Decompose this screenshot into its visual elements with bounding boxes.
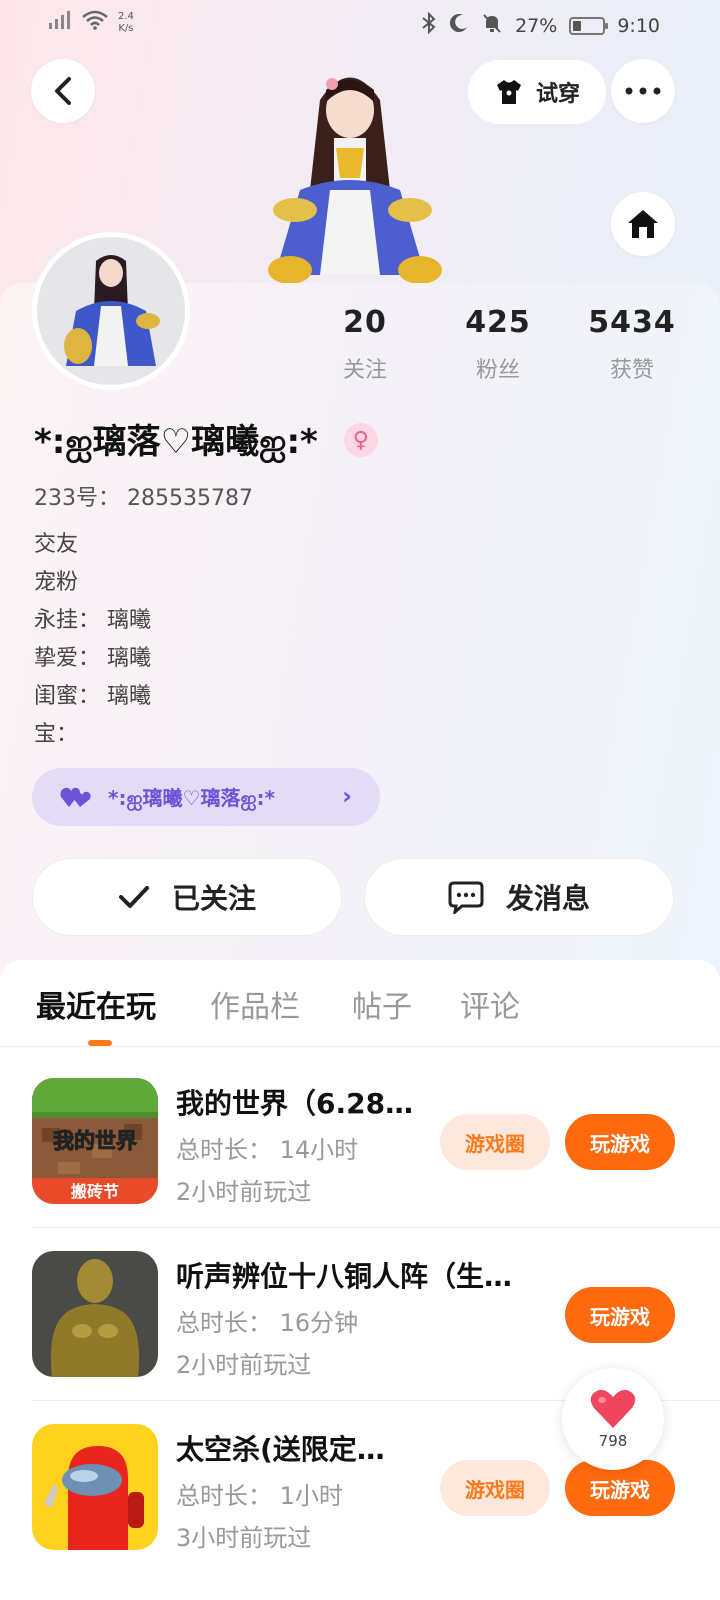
- likes-count: 5434: [588, 305, 676, 340]
- chevron-left-icon: [55, 77, 71, 105]
- game-icon-text: 我的世界: [53, 1129, 137, 1153]
- stat-likes[interactable]: 5434 获赞: [572, 305, 692, 384]
- stat-fans[interactable]: 425 粉丝: [438, 305, 558, 384]
- play-game-button[interactable]: 玩游戏: [565, 1114, 675, 1170]
- moon-icon: [449, 13, 469, 38]
- message-label: 发消息: [505, 882, 590, 915]
- game-duration: 总时长： 16分钟: [176, 1309, 359, 1337]
- likes-label: 获赞: [609, 358, 654, 383]
- message-button[interactable]: 发消息: [364, 858, 674, 936]
- chat-bubble-icon: [448, 881, 484, 914]
- divider: [32, 1227, 720, 1228]
- stat-following[interactable]: 20 关注: [305, 305, 425, 384]
- game-circle-button[interactable]: 游戏圈: [440, 1460, 550, 1516]
- more-dots-icon: [625, 87, 661, 95]
- following-count: 20: [343, 305, 387, 340]
- wifi-icon: [82, 10, 108, 35]
- game-last-played: 3小时前玩过: [176, 1524, 312, 1552]
- game-row[interactable]: 我的世界 搬砖节 我的世界（6.28… 总时长： 14小时 2小时前玩过 游戏圈…: [0, 1078, 720, 1248]
- back-button[interactable]: [31, 59, 95, 123]
- tshirt-icon: [496, 80, 521, 104]
- bio-line: 宠粉: [34, 570, 79, 595]
- game-duration: 总时长： 1小时: [176, 1482, 343, 1510]
- home-icon: [628, 210, 658, 238]
- try-on-label: 试穿: [535, 82, 580, 107]
- chevron-right-icon: ›: [342, 782, 352, 810]
- game-title: 听声辨位十八铜人阵（生…: [176, 1260, 513, 1293]
- mute-bell-icon: [481, 12, 503, 39]
- game-circle-button[interactable]: 游戏圈: [440, 1114, 550, 1170]
- fans-label: 粉丝: [475, 358, 520, 383]
- like-floating-button[interactable]: 798: [562, 1368, 664, 1470]
- try-on-button[interactable]: 试穿: [468, 60, 606, 124]
- status-bar: 2.4 K/s 27% 9:10: [0, 0, 720, 52]
- bio: 交友 宠粉 永挂： 璃曦 挚爱： 璃曦 闺蜜： 璃曦 宝：: [34, 526, 151, 754]
- user-id: 233号： 285535787: [34, 486, 253, 511]
- signal-icon: [48, 10, 72, 35]
- bio-line: 挚爱： 璃曦: [34, 646, 151, 671]
- tab-comments[interactable]: 评论: [460, 982, 520, 1026]
- battery-percent: 27%: [515, 14, 558, 37]
- tab-recent-play[interactable]: 最近在玩: [36, 982, 156, 1026]
- like-count: 798: [598, 1432, 628, 1450]
- following-button[interactable]: 已关注: [32, 858, 342, 936]
- tab-posts[interactable]: 帖子: [352, 982, 412, 1026]
- net-speed-value: 2.4: [118, 10, 134, 22]
- bluetooth-icon: [421, 11, 437, 39]
- battery-icon: [569, 16, 609, 35]
- bio-line: 永挂： 璃曦: [34, 608, 151, 633]
- game-duration: 总时长： 14小时: [176, 1136, 359, 1164]
- network-speed: 2.4 K/s: [118, 11, 134, 35]
- female-icon: ♀: [343, 423, 378, 457]
- play-game-button[interactable]: 玩游戏: [565, 1287, 675, 1343]
- bio-line: 闺蜜： 璃曦: [34, 684, 151, 709]
- check-icon: [118, 886, 149, 908]
- nickname: *:ஐ璃落♡璃曦ஐ:*: [34, 422, 318, 462]
- game-icon-space-kill[interactable]: [32, 1424, 158, 1550]
- double-heart-icon: [60, 787, 91, 807]
- game-title: 太空杀(送限定…: [176, 1433, 385, 1466]
- clock: 9:10: [617, 14, 660, 37]
- cp-name: *:ஐ璃曦♡璃落ஐ:*: [108, 785, 275, 810]
- tab-works[interactable]: 作品栏: [210, 982, 300, 1026]
- nickname-row: *:ஐ璃落♡璃曦ஐ:* ♀: [34, 414, 378, 466]
- divider: [0, 1046, 720, 1047]
- bio-line: 交友: [34, 532, 79, 557]
- cp-relationship-pill[interactable]: *:ஐ璃曦♡璃落ஐ:* ›: [32, 768, 380, 826]
- game-icon-minecraft[interactable]: 我的世界 搬砖节: [32, 1078, 158, 1204]
- net-speed-unit: K/s: [118, 22, 134, 34]
- home-button[interactable]: [611, 192, 675, 256]
- character-figure: [240, 60, 460, 285]
- game-icon-bronze-man[interactable]: [32, 1251, 158, 1377]
- game-last-played: 2小时前玩过: [176, 1178, 312, 1206]
- more-button[interactable]: [611, 59, 675, 123]
- fans-count: 425: [465, 305, 531, 340]
- avatar[interactable]: [32, 232, 190, 390]
- game-last-played: 2小时前玩过: [176, 1351, 312, 1379]
- heart-icon: [590, 1389, 636, 1428]
- following-label-text: 已关注: [171, 882, 256, 915]
- following-label: 关注: [342, 358, 387, 383]
- game-title: 我的世界（6.28…: [176, 1087, 414, 1120]
- game-icon-subtext: 搬砖节: [71, 1182, 119, 1201]
- bio-line: 宝：: [34, 722, 79, 747]
